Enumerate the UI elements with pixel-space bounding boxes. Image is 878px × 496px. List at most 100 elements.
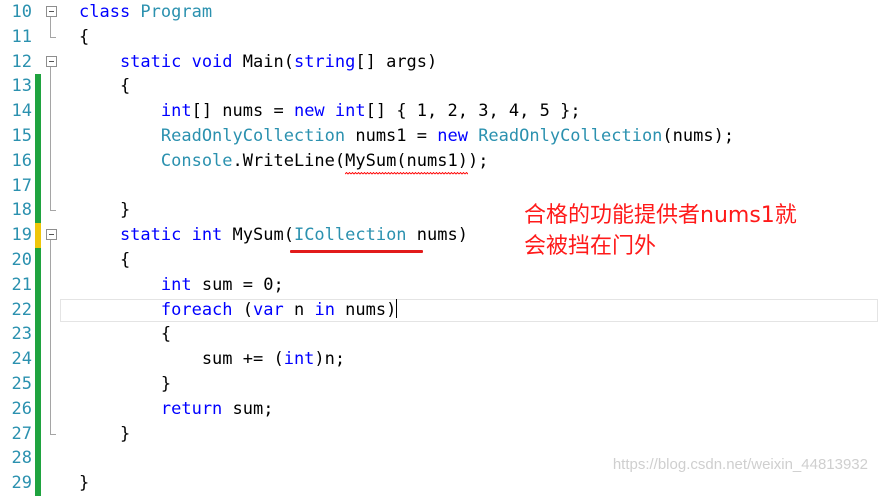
- change-marker: [35, 148, 41, 174]
- change-marker: [35, 99, 41, 124]
- code-token: }: [79, 374, 172, 394]
- code-line-14[interactable]: 14 int[] nums = new int[] { 1, 2, 3, 4, …: [0, 99, 878, 124]
- outline-guide-mysum-end: [50, 433, 56, 435]
- outline-guide-class-end: [50, 36, 56, 38]
- code-token: .WriteLine(: [232, 150, 346, 171]
- change-marker: [35, 223, 41, 248]
- line-number: 16: [11, 150, 32, 171]
- code-token: static int: [79, 225, 233, 246]
- change-marker: [35, 396, 41, 422]
- line-number: 14: [11, 101, 32, 122]
- code-token: ICollection: [293, 225, 407, 246]
- code-token: foreach: [79, 299, 243, 320]
- code-line-22[interactable]: 22 foreach (var n in nums): [0, 297, 878, 323]
- watermark: https://blog.csdn.net/weixin_44813932: [612, 456, 868, 473]
- code-token: {: [79, 250, 131, 270]
- code-text: {: [79, 248, 130, 273]
- code-token: }: [79, 473, 90, 494]
- code-token: MySum(nums1): [345, 148, 468, 175]
- code-token: )n;: [314, 349, 346, 370]
- code-text: Console.WriteLine(MySum(nums1));: [79, 148, 489, 175]
- code-text: {: [79, 25, 89, 50]
- code-token: [] args): [355, 51, 438, 72]
- collapse-icon[interactable]: [46, 229, 57, 241]
- code-line-13[interactable]: 13 {: [0, 74, 878, 100]
- annotation-line-2: 会被挡在门外: [524, 234, 657, 259]
- code-token: Main(: [242, 51, 294, 72]
- code-token: int: [79, 274, 202, 295]
- code-token: ReadOnlyCollection: [478, 126, 663, 146]
- annotation-text: 合格的功能提供者nums1就 会被挡在门外: [524, 200, 797, 262]
- code-text: int[] nums = new int[] { 1, 2, 3, 4, 5 }…: [79, 99, 581, 124]
- change-marker: [35, 248, 41, 273]
- outline-guide-class: [50, 17, 51, 37]
- line-number: 25: [11, 374, 32, 394]
- line-number: 23: [11, 324, 32, 345]
- code-token: nums): [345, 299, 397, 320]
- code-line-24[interactable]: 24 sum += (int)n;: [0, 347, 878, 372]
- code-token: sum += (: [79, 349, 284, 370]
- change-marker: [35, 347, 41, 372]
- code-token: var: [253, 299, 294, 320]
- code-line-17[interactable]: 17: [0, 173, 878, 199]
- line-number: 19: [11, 225, 32, 246]
- code-token: );: [467, 150, 489, 171]
- code-token: {: [79, 324, 172, 345]
- code-text: foreach (var n in nums): [79, 298, 398, 323]
- code-line-16[interactable]: 16 Console.WriteLine(MySum(nums1));: [0, 148, 878, 175]
- change-marker: [35, 198, 41, 224]
- code-line-12[interactable]: 12 static void Main(string[] args): [0, 50, 878, 75]
- code-token: Console: [79, 150, 233, 171]
- code-token: int: [334, 101, 366, 122]
- code-line-21[interactable]: 21 int sum = 0;: [0, 272, 878, 298]
- code-text: {: [79, 74, 130, 99]
- code-token: nums): [406, 225, 468, 246]
- line-number: 26: [11, 398, 32, 419]
- line-number: 21: [11, 274, 32, 295]
- code-token: string: [293, 51, 356, 72]
- line-number: 13: [11, 76, 32, 97]
- line-number: 27: [11, 423, 32, 444]
- code-line-10[interactable]: 10 class Program: [0, 0, 878, 25]
- code-text: ReadOnlyCollection nums1 = new ReadOnlyC…: [79, 124, 734, 149]
- code-line-23[interactable]: 23 {: [0, 322, 878, 348]
- code-text: class Program: [79, 0, 212, 25]
- line-number: 10: [11, 2, 32, 22]
- code-token: MySum(: [232, 225, 294, 246]
- line-number: 15: [11, 126, 32, 146]
- code-token: }: [79, 200, 131, 221]
- change-marker: [35, 322, 41, 348]
- code-token: }: [79, 423, 131, 444]
- code-token: int: [283, 349, 315, 370]
- code-line-27[interactable]: 27 }: [0, 421, 878, 447]
- line-number: 24: [11, 349, 32, 370]
- collapse-icon[interactable]: [46, 55, 57, 67]
- outline-guide-main: [50, 66, 51, 211]
- outline-guide-main-end: [50, 210, 56, 212]
- collapse-icon[interactable]: [46, 6, 57, 17]
- code-token: (nums);: [662, 126, 735, 146]
- code-line-25[interactable]: 25 }: [0, 372, 878, 397]
- code-line-15[interactable]: 15 ReadOnlyCollection nums1 = new ReadOn…: [0, 124, 878, 149]
- code-token: ReadOnlyCollection: [79, 126, 346, 146]
- code-text: sum += (int)n;: [79, 347, 345, 372]
- code-token: return: [79, 398, 233, 419]
- code-token: {: [79, 26, 90, 47]
- code-text: }: [79, 372, 171, 397]
- change-marker: [35, 173, 41, 199]
- code-token: Program: [140, 2, 213, 22]
- code-line-11[interactable]: 11 {: [0, 25, 878, 50]
- code-token: in: [314, 299, 346, 320]
- code-token: nums1 =: [345, 126, 438, 146]
- change-marker: [35, 124, 41, 149]
- code-token: sum = 0;: [201, 274, 284, 295]
- line-number: 28: [11, 448, 32, 469]
- line-number: 17: [11, 175, 32, 196]
- change-marker: [35, 297, 41, 323]
- code-text: static void Main(string[] args): [79, 50, 437, 75]
- outline-guide-mysum: [50, 240, 51, 434]
- line-number: 12: [11, 51, 32, 72]
- code-line-26[interactable]: 26 return sum;: [0, 396, 878, 422]
- change-marker: [35, 74, 41, 100]
- code-token: new: [293, 101, 335, 122]
